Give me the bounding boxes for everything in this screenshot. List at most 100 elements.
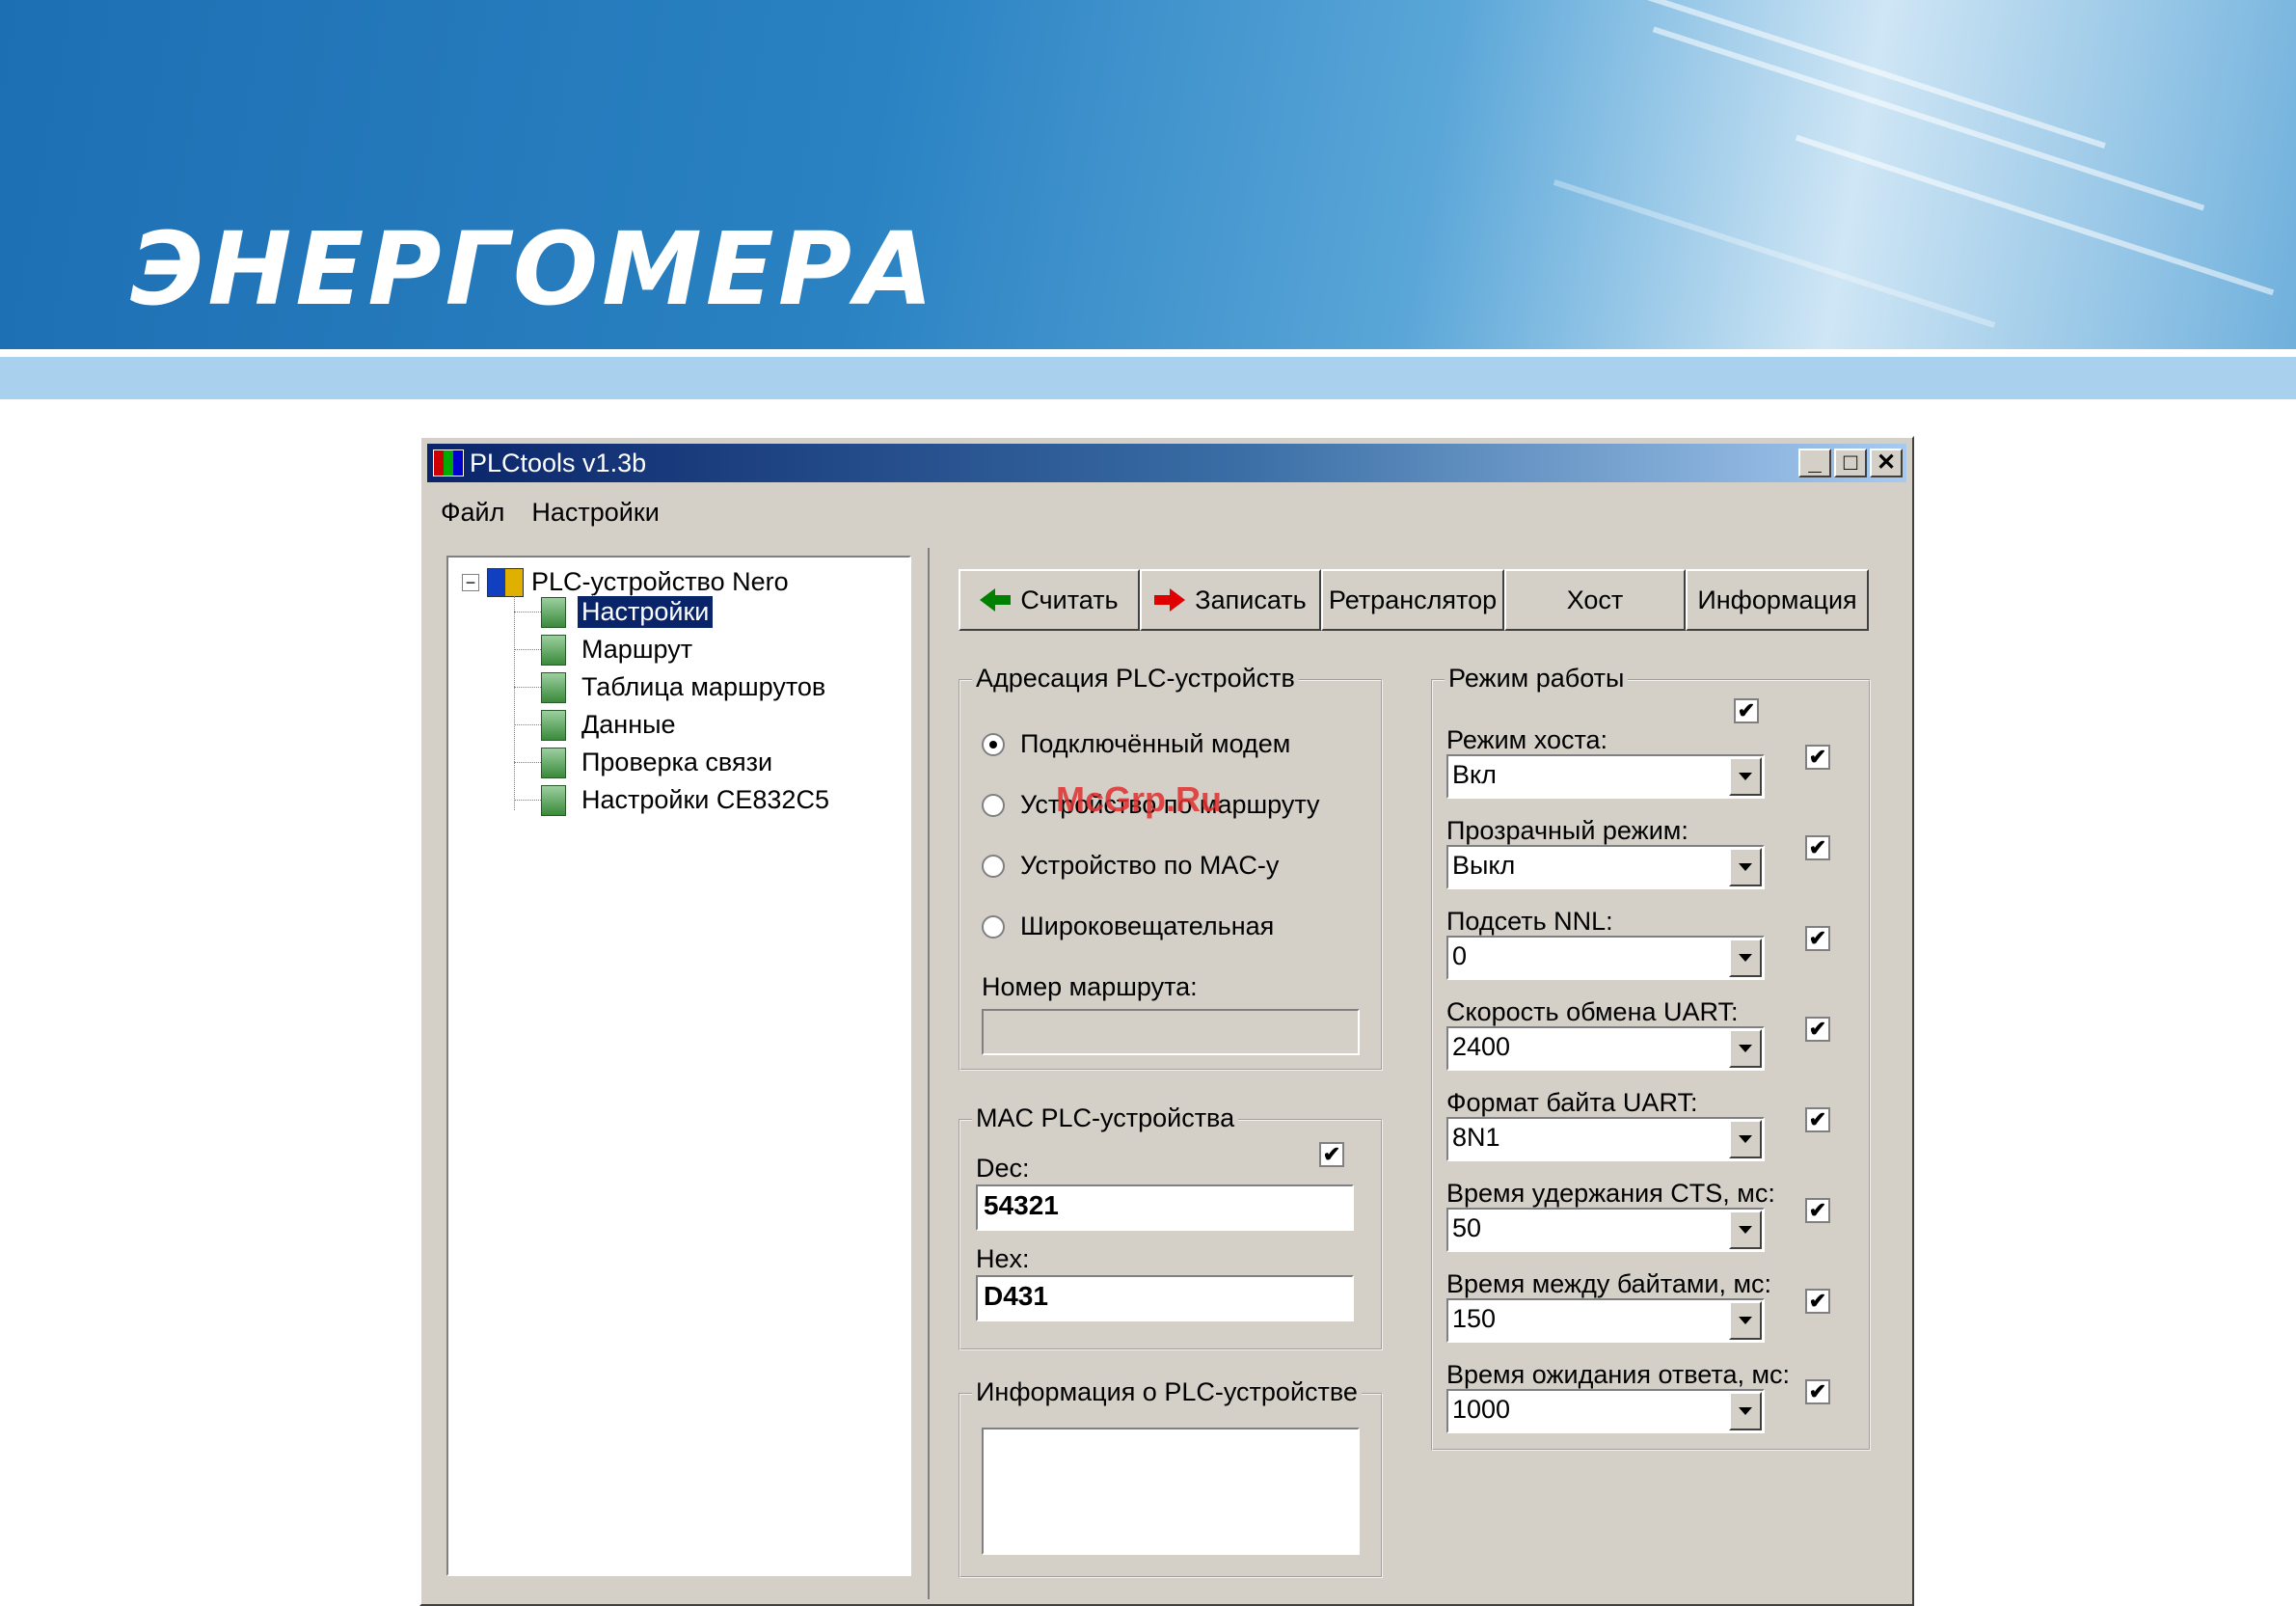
chevron-down-icon[interactable] xyxy=(1729,939,1762,977)
device-info-text[interactable] xyxy=(982,1428,1360,1555)
cts-hold-select[interactable]: 50 xyxy=(1446,1208,1765,1252)
nnl-subnet-label: Подсеть NNL: xyxy=(1446,907,1613,936)
addressing-group: Адресация PLC-устройств Подключённый мод… xyxy=(959,664,1383,1071)
response-timeout-checkbox[interactable]: ✔ xyxy=(1805,1379,1830,1404)
maximize-button[interactable]: □ xyxy=(1834,449,1867,477)
window-controls: _ □ ✕ xyxy=(1798,449,1903,477)
banner-stripe xyxy=(0,357,2296,399)
page-icon xyxy=(541,596,566,628)
tree-item-route-table[interactable]: Таблица маршрутов xyxy=(514,671,829,703)
dec-input[interactable]: 54321 xyxy=(976,1184,1354,1231)
chevron-down-icon[interactable] xyxy=(1729,1211,1762,1249)
mode-group: Режим работы ✔ Режим хоста: Вкл ✔ Прозра… xyxy=(1431,664,1871,1451)
cts-hold-label: Время удержания CTS, мс: xyxy=(1446,1179,1775,1208)
transparent-mode-checkbox[interactable]: ✔ xyxy=(1805,835,1830,860)
chevron-down-icon[interactable] xyxy=(1729,1392,1762,1430)
arrow-left-icon xyxy=(980,588,1012,612)
window-title: PLCtools v1.3b xyxy=(470,448,647,477)
response-timeout-label: Время ожидания ответа, мс: xyxy=(1446,1360,1791,1389)
host-mode-label: Режим хоста: xyxy=(1446,725,1608,754)
route-number-input[interactable] xyxy=(982,1009,1360,1055)
transparent-mode-value: Выкл xyxy=(1452,851,1516,880)
response-timeout-value: 1000 xyxy=(1452,1395,1511,1424)
page-icon xyxy=(541,709,566,741)
mode-top-checkbox[interactable]: ✔ xyxy=(1734,698,1759,723)
radio-connected-modem[interactable]: Подключённый модем xyxy=(982,729,1290,759)
chevron-down-icon[interactable] xyxy=(1729,757,1762,796)
host-mode-value: Вкл xyxy=(1452,760,1497,789)
mac-group-title: MAC PLC-устройства xyxy=(972,1103,1239,1133)
tree-root[interactable]: − PLC-устройство Nero xyxy=(462,567,789,597)
radio-label: Устройство по MAC-у xyxy=(1020,851,1280,880)
route-number-label: Номер маршрута: xyxy=(982,972,1198,1001)
collapse-icon[interactable]: − xyxy=(462,573,479,591)
tree-item-route[interactable]: Маршрут xyxy=(514,634,696,666)
arrow-right-icon xyxy=(1154,588,1186,612)
repeater-button[interactable]: Ретранслятор xyxy=(1321,569,1504,631)
uart-speed-value: 2400 xyxy=(1452,1032,1511,1061)
radio-button[interactable] xyxy=(982,732,1005,756)
header-banner: ЭНЕРГОМЕРА xyxy=(0,0,2296,349)
tree-item-ce832c5-settings[interactable]: Настройки CE832C5 xyxy=(514,784,833,816)
page-icon xyxy=(541,671,566,703)
host-mode-select[interactable]: Вкл xyxy=(1446,754,1765,799)
read-button-label: Считать xyxy=(1020,585,1119,614)
menu-bar: Файл Настройки xyxy=(441,498,660,528)
write-button-label: Записать xyxy=(1195,585,1307,614)
radio-broadcast[interactable]: Широковещательная xyxy=(982,912,1274,941)
transparent-mode-select[interactable]: Выкл xyxy=(1446,845,1765,889)
nnl-subnet-checkbox[interactable]: ✔ xyxy=(1805,926,1830,951)
read-button[interactable]: Считать xyxy=(959,569,1140,631)
chevron-down-icon[interactable] xyxy=(1729,1301,1762,1340)
cts-hold-value: 50 xyxy=(1452,1213,1482,1242)
toolbar: Считать Записать Ретранслятор Хост Инфор… xyxy=(959,569,1869,631)
radio-button[interactable] xyxy=(982,793,1005,817)
radio-button[interactable] xyxy=(982,854,1005,878)
settings-panel: Считать Записать Ретранслятор Хост Инфор… xyxy=(928,548,1904,1599)
chevron-down-icon[interactable] xyxy=(1729,1120,1762,1158)
chevron-down-icon[interactable] xyxy=(1729,848,1762,886)
addressing-group-title: Адресация PLC-устройств xyxy=(972,664,1299,694)
tree-item-label: Маршрут xyxy=(581,635,693,664)
tree-connector xyxy=(514,687,541,688)
mode-group-title: Режим работы xyxy=(1445,664,1629,694)
watermark: McGrp.Ru xyxy=(1056,779,1223,819)
cts-hold-checkbox[interactable]: ✔ xyxy=(1805,1198,1830,1223)
uart-format-select[interactable]: 8N1 xyxy=(1446,1117,1765,1161)
tree-item-data[interactable]: Данные xyxy=(514,709,680,741)
tree-item-label: Проверка связи xyxy=(581,748,773,776)
app-window: PLCtools v1.3b _ □ ✕ Файл Настройки − PL… xyxy=(419,436,1914,1606)
uart-speed-select[interactable]: 2400 xyxy=(1446,1026,1765,1071)
info-button[interactable]: Информация xyxy=(1686,569,1869,631)
uart-speed-label: Скорость обмена UART: xyxy=(1446,997,1739,1026)
minimize-button[interactable]: _ xyxy=(1798,449,1831,477)
mac-checkbox[interactable]: ✔ xyxy=(1319,1142,1344,1167)
radio-label: Широковещательная xyxy=(1020,912,1275,940)
device-info-title: Информация о PLC-устройстве xyxy=(972,1377,1362,1407)
uart-format-checkbox[interactable]: ✔ xyxy=(1805,1107,1830,1132)
tree-item-link-check[interactable]: Проверка связи xyxy=(514,747,776,778)
response-timeout-select[interactable]: 1000 xyxy=(1446,1389,1765,1433)
uart-speed-checkbox[interactable]: ✔ xyxy=(1805,1017,1830,1042)
host-mode-checkbox[interactable]: ✔ xyxy=(1805,745,1830,770)
brand-logo: ЭНЕРГОМЕРА xyxy=(130,210,937,328)
hex-label: Hex: xyxy=(976,1244,1030,1273)
radio-button[interactable] xyxy=(982,914,1005,939)
close-button[interactable]: ✕ xyxy=(1870,449,1903,477)
menu-settings[interactable]: Настройки xyxy=(531,498,659,528)
byte-interval-select[interactable]: 150 xyxy=(1446,1298,1765,1343)
tree-item-settings[interactable]: Настройки xyxy=(514,595,715,629)
byte-interval-checkbox[interactable]: ✔ xyxy=(1805,1289,1830,1314)
device-tree[interactable]: − PLC-устройство Nero Настройки Маршрут … xyxy=(446,556,911,1576)
nnl-subnet-select[interactable]: 0 xyxy=(1446,936,1765,980)
tree-item-label: Настройки CE832C5 xyxy=(581,785,829,814)
tree-connector xyxy=(514,724,541,725)
write-button[interactable]: Записать xyxy=(1140,569,1321,631)
host-button[interactable]: Хост xyxy=(1504,569,1686,631)
hex-input[interactable]: D431 xyxy=(976,1275,1354,1321)
title-bar[interactable]: PLCtools v1.3b _ □ ✕ xyxy=(427,444,1906,482)
chevron-down-icon[interactable] xyxy=(1729,1029,1762,1068)
radio-by-mac[interactable]: Устройство по MAC-у xyxy=(982,851,1279,881)
menu-file[interactable]: Файл xyxy=(441,498,504,528)
page-icon xyxy=(541,747,566,778)
